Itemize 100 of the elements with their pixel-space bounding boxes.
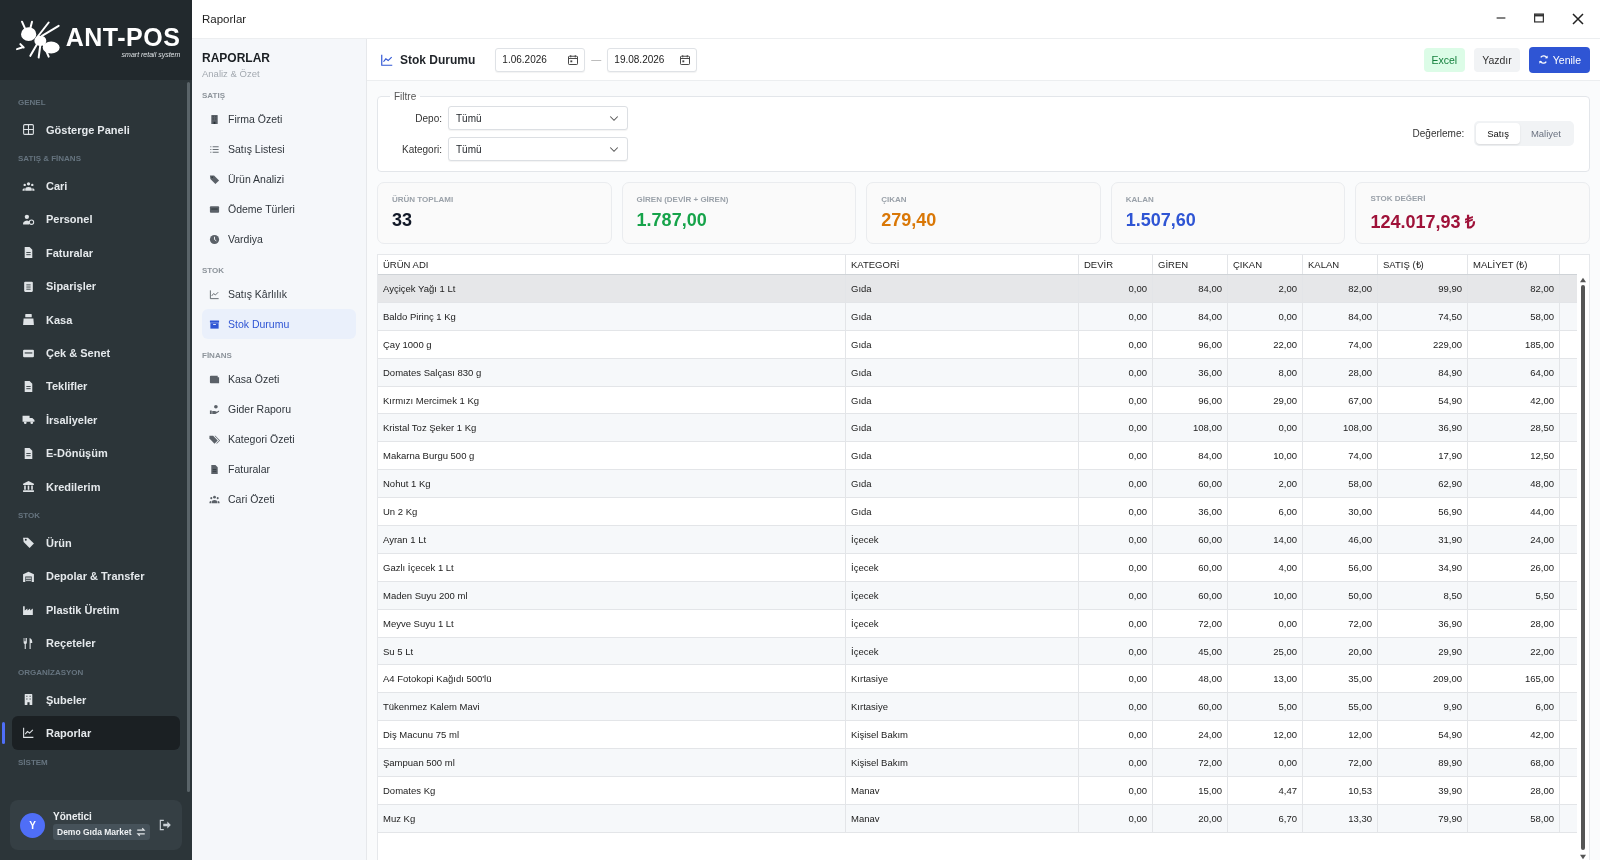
column-header[interactable]: KATEGORİ [846, 255, 1079, 274]
excel-button[interactable]: Excel [1423, 47, 1466, 72]
sidebar-item[interactable]: Plastik Üretim [12, 593, 180, 627]
table-cell: Gıda [846, 358, 1079, 386]
report-menu-item[interactable]: Satış Kârlılık [202, 279, 356, 309]
scroll-up-icon[interactable] [1579, 277, 1587, 283]
table-cell: 84,00 [1153, 442, 1228, 470]
table-cell: Gıda [846, 386, 1079, 414]
report-menu-item[interactable]: Vardiya [202, 224, 356, 254]
report-menu-item[interactable]: Satış Listesi [202, 134, 356, 164]
table-row[interactable]: Tükenmez Kalem Mavi Kırtasiye 0,00 60,00 5,00 55,00 9,90 6,00 [378, 693, 1577, 722]
stat-value: 1.787,00 [636, 210, 708, 231]
table-cell: Gıda [846, 302, 1079, 330]
report-menu-item[interactable]: Stok Durumu [202, 309, 356, 339]
table-cell: 0,00 [1079, 609, 1153, 637]
clipboard-icon [22, 279, 35, 293]
sidebar-item[interactable]: Teklifler [12, 369, 180, 404]
date-separator: — [591, 54, 602, 65]
sidebar-item[interactable]: Cari [12, 169, 180, 203]
sidebar-item[interactable]: Reçeteler [12, 626, 180, 660]
report-menu-item[interactable]: Gider Raporu [202, 394, 356, 424]
table-cell: 2,00 [1228, 275, 1303, 302]
report-menu-item[interactable]: Ödeme Türleri [202, 194, 356, 224]
report-menu-item[interactable]: Firma Özeti [202, 104, 356, 134]
date-field[interactable]: 1.06.2026 [495, 47, 586, 72]
sidebar-item[interactable]: E-Dönüşüm [12, 436, 180, 470]
sidebar-item[interactable]: Gösterge Paneli [12, 113, 180, 147]
table-row[interactable]: Muz Kg Manav 0,00 20,00 6,70 13,30 79,90 58,00 [378, 804, 1577, 833]
table-row[interactable]: Ayçiçek Yağı 1 Lt Gıda 0,00 84,00 2,00 82,00 99,90 82,00 [378, 275, 1577, 303]
segment-option[interactable]: Satış [1476, 123, 1520, 144]
table-row[interactable]: Şampuan 500 ml Kişisel Bakım 0,00 72,00 0,00 72,00 89,90 68,00 [378, 749, 1577, 778]
tag-icon [209, 173, 220, 185]
table-row[interactable]: Gazlı İçecek 1 Lt İçecek 0,00 60,00 4,00 56,00 34,90 26,00 [378, 553, 1577, 582]
brand-name: ANT-POS [65, 22, 181, 52]
column-header[interactable]: GİREN [1153, 255, 1228, 274]
report-menu-item[interactable]: Faturalar [202, 454, 356, 484]
report-menu-item[interactable]: Cari Özeti [202, 484, 356, 514]
report-menu-item[interactable]: Ürün Analizi [202, 164, 356, 194]
segment-option[interactable]: Maliyet [1519, 123, 1572, 144]
column-header[interactable]: KALAN [1303, 255, 1378, 274]
column-header[interactable]: ÇIKAN [1228, 255, 1303, 274]
report-menu-item[interactable]: Kategori Özeti [202, 424, 356, 454]
logout-button[interactable] [158, 818, 172, 832]
close-icon [1570, 11, 1586, 27]
table-row[interactable]: Baldo Pirinç 1 Kg Gıda 0,00 84,00 0,00 84,00 74,50 58,00 [378, 302, 1577, 331]
wallet-icon [209, 373, 220, 385]
sidebar-item[interactable]: Çek & Senet [12, 336, 180, 370]
scroll-down-icon[interactable] [1579, 854, 1587, 860]
table-cell: 6,70 [1228, 804, 1303, 832]
table-cell: 22,00 [1468, 637, 1560, 665]
sidebar-item[interactable]: Personel [12, 202, 180, 237]
column-header[interactable]: ÜRÜN ADI [378, 255, 846, 274]
sidebar-item[interactable]: Kasa [12, 302, 180, 337]
table-cell: Tükenmez Kalem Mavi [378, 693, 846, 721]
sidebar-item[interactable]: Depolar & Transfer [12, 559, 180, 594]
dropdown[interactable]: Tümü [448, 137, 628, 161]
table-row[interactable]: Domates Kg Manav 0,00 15,00 4,47 10,53 39,90 28,00 [378, 777, 1577, 805]
table-cell: 8,00 [1228, 358, 1303, 386]
column-header[interactable]: SATIŞ (₺) [1378, 255, 1468, 274]
table-row[interactable]: Maden Suyu 200 ml İçecek 0,00 60,00 10,00 50,00 8,50 5,50 [378, 581, 1577, 610]
print-button[interactable]: Yazdır [1474, 47, 1520, 72]
table-cell: 31,90 [1378, 526, 1468, 553]
column-header[interactable]: DEVİR [1079, 255, 1153, 274]
table-row[interactable]: Su 5 Lt İçecek 0,00 45,00 25,00 20,00 29,90 22,00 [378, 637, 1577, 666]
sidebar-item[interactable]: Ürün [12, 526, 180, 560]
table-row[interactable]: Ayran 1 Lt İçecek 0,00 60,00 14,00 46,00 31,90 24,00 [378, 526, 1577, 554]
table-cell: 0,00 [1079, 665, 1153, 693]
sidebar-item[interactable]: Siparişler [12, 269, 180, 303]
sidebar-item[interactable]: İrsaliyeler [12, 403, 180, 437]
table-cell: Manav [846, 777, 1079, 804]
company-switcher[interactable]: Demo Gıda Market [53, 823, 150, 840]
date-field[interactable]: 19.08.2026 [607, 47, 698, 72]
refresh-button[interactable]: Yenile [1528, 46, 1590, 73]
report-menu-item[interactable]: Kasa Özeti [202, 364, 356, 394]
table-cell: 48,00 [1153, 665, 1228, 693]
column-header[interactable]: MALİYET (₺) [1468, 255, 1560, 274]
dropdown[interactable]: Tümü [448, 106, 628, 130]
table-cell: Kişisel Bakım [846, 721, 1079, 749]
table-cell: 14,00 [1228, 526, 1303, 553]
table-cell: 35,00 [1303, 665, 1378, 693]
table-cell: 17,90 [1378, 442, 1468, 470]
section-label: FİNANS [202, 350, 233, 362]
sidebar-item[interactable]: Şubeler [12, 682, 180, 717]
table-cell: Ayçiçek Yağı 1 Lt [378, 275, 846, 302]
sidebar-item[interactable]: Faturalar [12, 236, 180, 270]
table-row[interactable]: Domates Salçası 830 g Gıda 0,00 36,00 8,00 28,00 84,90 64,00 [378, 358, 1577, 387]
section-label: SİSTEM [17, 756, 49, 769]
tags-icon [209, 433, 220, 445]
table-cell: Gıda [846, 275, 1079, 302]
table-cell: 60,00 [1153, 553, 1228, 581]
table-cell: Kırtasiye [846, 665, 1079, 693]
scrollbar[interactable] [187, 82, 190, 792]
sidebar-item[interactable]: Kredilerim [12, 469, 180, 504]
table-row[interactable]: Nohut 1 Kg Gıda 0,00 60,00 2,00 58,00 62,90 48,00 [378, 470, 1577, 499]
table-row[interactable]: Meyve Suyu 1 Lt İçecek 0,00 72,00 0,00 72,00 36,90 28,00 [378, 609, 1577, 638]
card-icon [209, 203, 220, 215]
table-row[interactable]: Çay 1000 g Gıda 0,00 96,00 22,00 74,00 229,00 185,00 [378, 330, 1577, 359]
table-row[interactable]: Kristal Toz Şeker 1 Kg Gıda 0,00 108,00 0,00 108,00 36,90 28,50 [378, 414, 1577, 443]
table-cell: 0,00 [1079, 470, 1153, 498]
table-cell: 72,00 [1303, 609, 1378, 637]
